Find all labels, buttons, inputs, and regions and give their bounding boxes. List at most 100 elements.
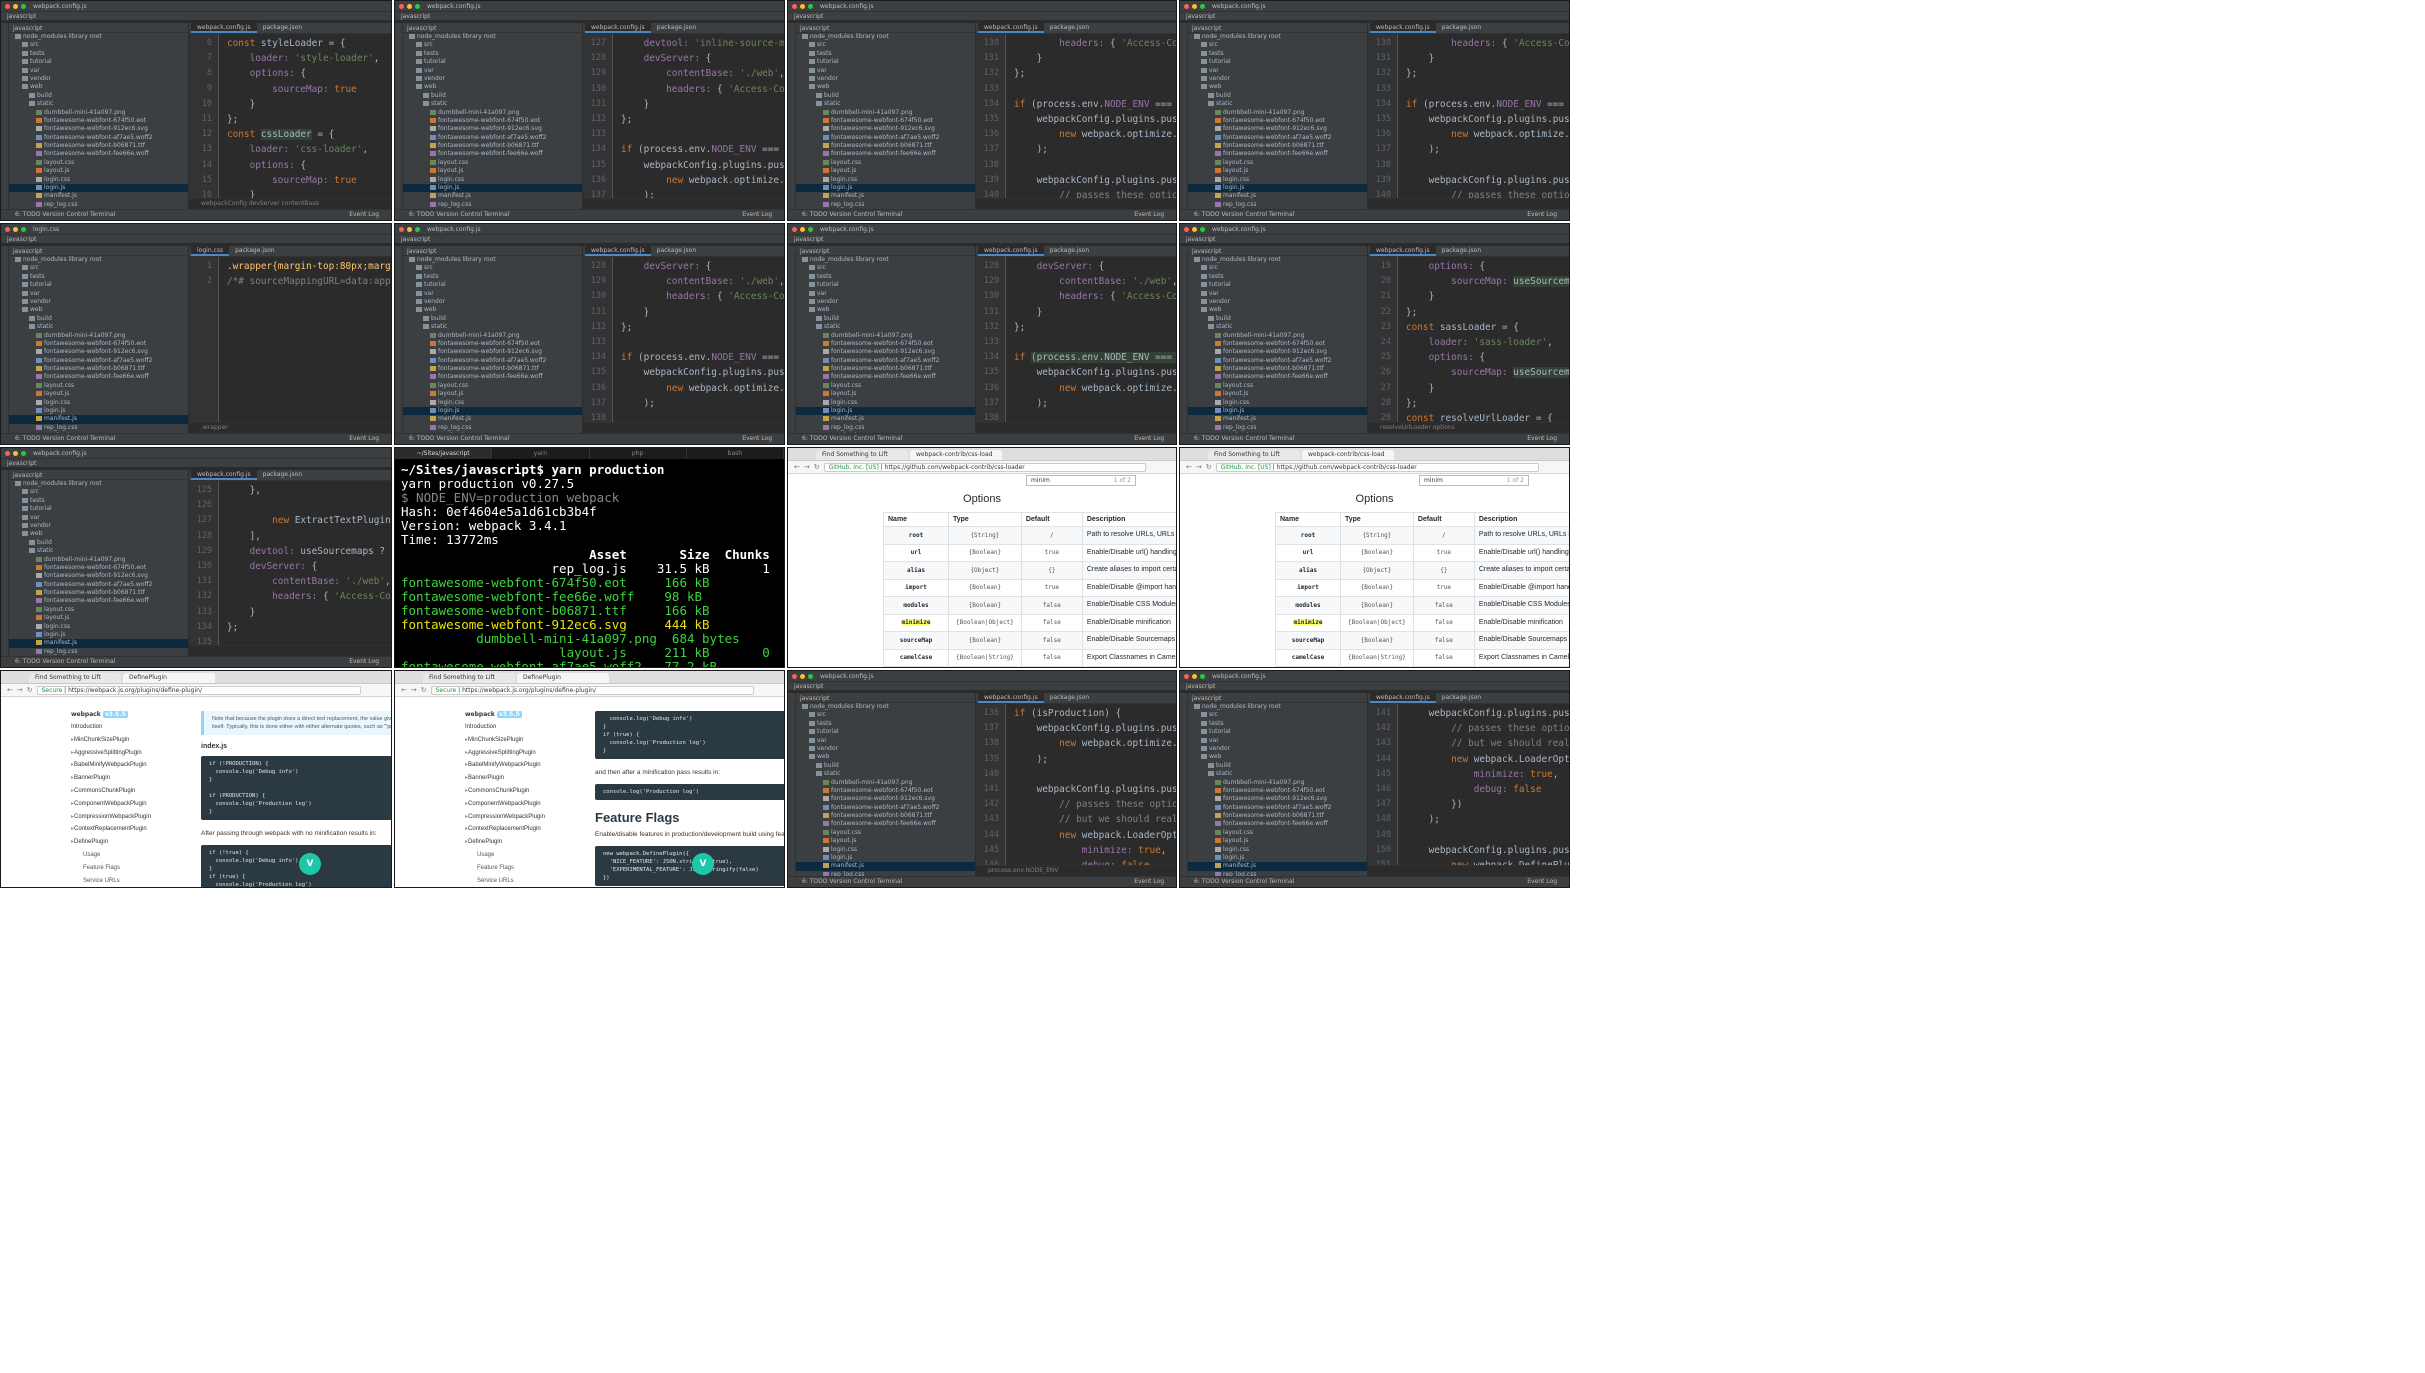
- tree-item[interactable]: manifest.js: [9, 639, 188, 648]
- tree-item[interactable]: static: [1188, 323, 1367, 331]
- tree-item[interactable]: fontawesome-webfont-fee66e.woff: [796, 820, 975, 828]
- status-tools[interactable]: 6: TODO Version Control Terminal: [802, 435, 902, 442]
- tree-item[interactable]: tutorial: [796, 281, 975, 289]
- code-area[interactable]: 1411421431441451461471481491501511521531…: [1368, 704, 1569, 865]
- webpack-logo[interactable]: webpack v3.5.5: [465, 711, 585, 718]
- webpack-logo[interactable]: webpack v3.5.5: [71, 711, 191, 718]
- tree-item[interactable]: fontawesome-webfont-b06871.ttf: [1188, 142, 1367, 150]
- code-area[interactable]: 1251261271281291301311321331341351361371…: [189, 481, 391, 645]
- tree-item[interactable]: build: [9, 539, 188, 547]
- tree-item[interactable]: layout.css: [403, 159, 582, 167]
- tree-item[interactable]: rep_log.css: [796, 424, 975, 432]
- tree-item[interactable]: static: [9, 100, 188, 108]
- tree-item[interactable]: layout.css: [9, 606, 188, 614]
- minimize-button[interactable]: [13, 3, 18, 9]
- editor-tab[interactable]: webpack.config.js: [191, 470, 257, 480]
- tree-item[interactable]: node_modules library root: [1188, 703, 1367, 711]
- tree-item[interactable]: src: [796, 264, 975, 272]
- browser-tab[interactable]: webpack-contrib/css-load: [1302, 450, 1394, 460]
- event-log-button[interactable]: Event Log: [742, 210, 772, 220]
- editor-tab[interactable]: webpack.config.js: [191, 23, 257, 33]
- editor-tab[interactable]: package.json: [229, 246, 281, 256]
- close-button[interactable]: [5, 226, 10, 232]
- tool-window-strip[interactable]: [395, 23, 403, 209]
- tree-item[interactable]: node_modules library root: [403, 33, 582, 41]
- tree-item[interactable]: fontawesome-webfont-fee66e.woff: [1188, 373, 1367, 381]
- tree-item[interactable]: fontawesome-webfont-674f50.eot: [796, 117, 975, 125]
- tree-item[interactable]: fontawesome-webfont-674f50.eot: [1188, 117, 1367, 125]
- tree-item[interactable]: node_modules library root: [1188, 33, 1367, 41]
- editor-tab[interactable]: package.json: [1044, 23, 1096, 33]
- tree-item[interactable]: fontawesome-webfont-912ec6.svg: [9, 572, 188, 580]
- tree-item[interactable]: vendor: [9, 75, 188, 83]
- tree-item[interactable]: fontawesome-webfont-af7ae5.woff2: [403, 357, 582, 365]
- sidebar-item[interactable]: Introduction: [71, 721, 191, 734]
- tree-item[interactable]: tutorial: [1188, 281, 1367, 289]
- code-area[interactable]: 12.wrapper{margin-top:80px;margin-bottom…: [189, 257, 391, 422]
- tree-item[interactable]: tutorial: [796, 728, 975, 736]
- tree-item[interactable]: src: [796, 711, 975, 719]
- tree-item[interactable]: tests: [1188, 273, 1367, 281]
- sidebar-item[interactable]: ComponentWebpackPlugin: [71, 798, 191, 811]
- sidebar-item[interactable]: DefinePlugin: [71, 836, 191, 849]
- sidebar-item[interactable]: BabelMinifyWebpackPlugin: [465, 759, 585, 772]
- code-area[interactable]: 1301311321331341351361371381391401411421…: [1368, 34, 1569, 198]
- tree-item[interactable]: fontawesome-webfont-674f50.eot: [9, 117, 188, 125]
- tree-item[interactable]: layout.css: [796, 829, 975, 837]
- tree-item[interactable]: src: [403, 41, 582, 49]
- sidebar-item[interactable]: CompressionWebpackPlugin: [71, 811, 191, 824]
- zoom-button[interactable]: [1200, 3, 1205, 9]
- tree-item[interactable]: fontawesome-webfont-b06871.ttf: [9, 142, 188, 150]
- tree-item[interactable]: web: [9, 83, 188, 91]
- tree-item[interactable]: tests: [403, 273, 582, 281]
- reload-icon[interactable]: ↻: [814, 463, 820, 471]
- sidebar-item[interactable]: BannerPlugin: [465, 772, 585, 785]
- sidebar-item[interactable]: DefinePlugin: [465, 836, 585, 849]
- event-log-button[interactable]: Event Log: [349, 434, 379, 444]
- event-log-button[interactable]: Event Log: [1527, 210, 1557, 220]
- tool-window-strip[interactable]: [395, 246, 403, 433]
- tree-item[interactable]: tutorial: [9, 281, 188, 289]
- sidebar-item[interactable]: ContextReplacementPlugin: [465, 823, 585, 836]
- editor-tab[interactable]: webpack.config.js: [1370, 23, 1436, 33]
- tree-item[interactable]: web: [796, 83, 975, 91]
- sidebar-item[interactable]: AggressiveSplittingPlugin: [465, 747, 585, 760]
- tree-item[interactable]: fontawesome-webfont-fee66e.woff: [9, 150, 188, 158]
- tree-item[interactable]: node_modules library root: [403, 256, 582, 264]
- tree-item[interactable]: web: [9, 530, 188, 538]
- find-in-page-box[interactable]: minim 1 of 2: [1026, 475, 1136, 486]
- tree-item[interactable]: layout.js: [796, 390, 975, 398]
- sidebar-item[interactable]: Usage: [465, 849, 585, 862]
- tree-item[interactable]: fontawesome-webfont-912ec6.svg: [796, 125, 975, 133]
- zoom-button[interactable]: [1200, 673, 1205, 679]
- forward-icon[interactable]: →: [804, 463, 810, 471]
- tree-item[interactable]: build: [403, 315, 582, 323]
- tree-item[interactable]: var: [1188, 67, 1367, 75]
- tree-item[interactable]: fontawesome-webfont-912ec6.svg: [796, 348, 975, 356]
- tree-item[interactable]: layout.css: [403, 382, 582, 390]
- tree-item[interactable]: src: [9, 41, 188, 49]
- tree-item[interactable]: dumbbell-mini-41a097.png: [403, 332, 582, 340]
- tree-item[interactable]: dumbbell-mini-41a097.png: [796, 109, 975, 117]
- sidebar-item[interactable]: DllPlugin: [71, 887, 191, 888]
- tree-item[interactable]: web: [403, 306, 582, 314]
- tree-item[interactable]: node_modules library root: [796, 256, 975, 264]
- tree-item[interactable]: fontawesome-webfont-af7ae5.woff2: [9, 581, 188, 589]
- tree-item[interactable]: dumbbell-mini-41a097.png: [9, 556, 188, 564]
- tree-item[interactable]: fontawesome-webfont-b06871.ttf: [403, 142, 582, 150]
- tree-item[interactable]: login.css: [403, 399, 582, 407]
- code-area[interactable]: 1271281291301311321331341351361371381391…: [583, 34, 784, 198]
- event-log-button[interactable]: Event Log: [742, 434, 772, 444]
- sidebar-item[interactable]: Introduction: [465, 721, 585, 734]
- close-button[interactable]: [5, 450, 10, 456]
- chat-button[interactable]: V: [692, 853, 714, 875]
- tree-item[interactable]: static: [796, 770, 975, 778]
- browser-tab[interactable]: Find Something to Lift: [29, 673, 121, 683]
- tree-item[interactable]: login.css: [9, 176, 188, 184]
- tree-item[interactable]: login.js: [1188, 407, 1367, 416]
- tree-item[interactable]: var: [1188, 290, 1367, 298]
- tree-item[interactable]: fontawesome-webfont-af7ae5.woff2: [9, 134, 188, 142]
- url-input[interactable]: Secure | https://webpack.js.org/plugins/…: [36, 685, 361, 695]
- minimize-button[interactable]: [1192, 673, 1197, 679]
- sidebar-item[interactable]: MinChunkSizePlugin: [465, 734, 585, 747]
